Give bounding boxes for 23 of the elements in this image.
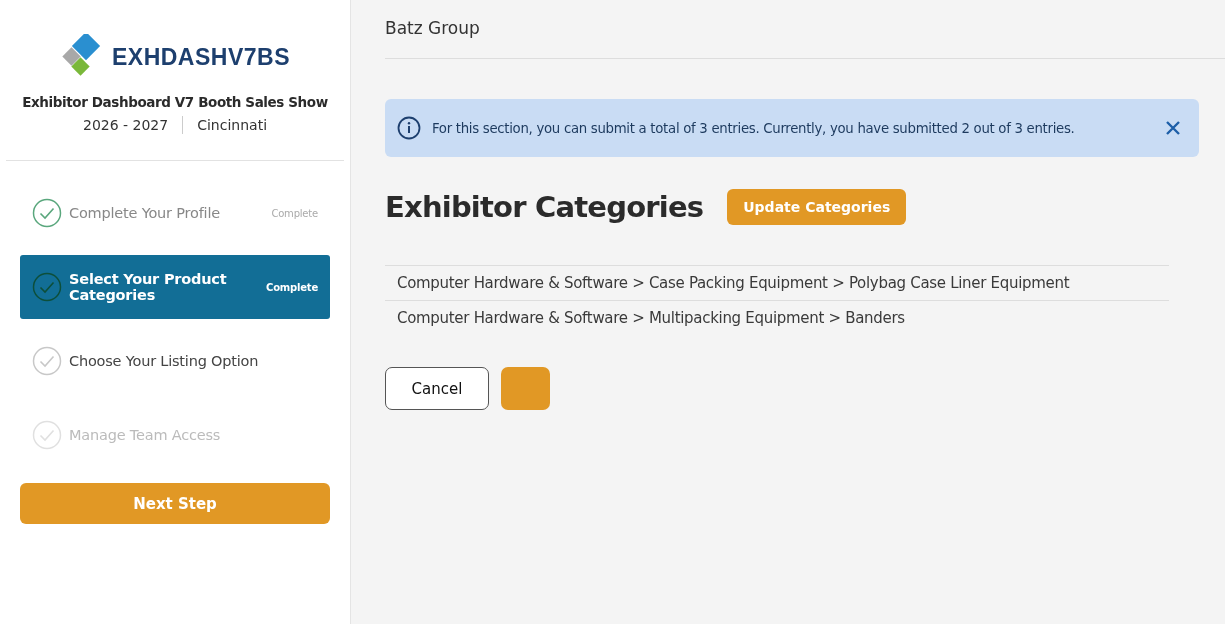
check-circle-icon: [32, 272, 62, 302]
step-item[interactable]: Choose Your Listing Option: [20, 329, 330, 393]
alert-text: For this section, you can submit a total of 3 entries. Currently, you have submitted 2 out of 3 entries.: [432, 120, 1076, 136]
step-item[interactable]: Complete Your Profile Complete: [20, 181, 330, 245]
step-status: Complete: [271, 207, 318, 219]
next-step-button[interactable]: Next Step: [20, 483, 330, 524]
check-circle-icon: [32, 198, 62, 228]
close-icon[interactable]: [1165, 120, 1181, 136]
category-row-text: Computer Hardware & Software > Multipacking Equipment > Banders: [396, 308, 906, 329]
show-years: 2026 - 2027: [82, 117, 169, 133]
page-heading: Exhibitor Categories: [385, 190, 704, 224]
update-categories-button[interactable]: Update Categories: [727, 189, 907, 225]
check-circle-icon: [32, 346, 62, 376]
step-item[interactable]: Select Your Product Categories Complete: [20, 255, 330, 319]
category-row: Computer Hardware & Software > Case Packing Equipment > Polybag Case Liner Equipment: [385, 266, 1169, 301]
show-title: Exhibitor Dashboard V7 Booth Sales Show: [22, 94, 328, 110]
info-icon: [397, 116, 421, 140]
step-status: Complete: [266, 281, 318, 293]
check-circle-icon: [32, 420, 62, 450]
cancel-button[interactable]: Cancel: [385, 367, 489, 410]
show-city: Cincinnati: [197, 117, 268, 133]
logo-text: EXHDASHV7BS: [111, 43, 290, 71]
company-name: Batz Group: [385, 18, 480, 40]
